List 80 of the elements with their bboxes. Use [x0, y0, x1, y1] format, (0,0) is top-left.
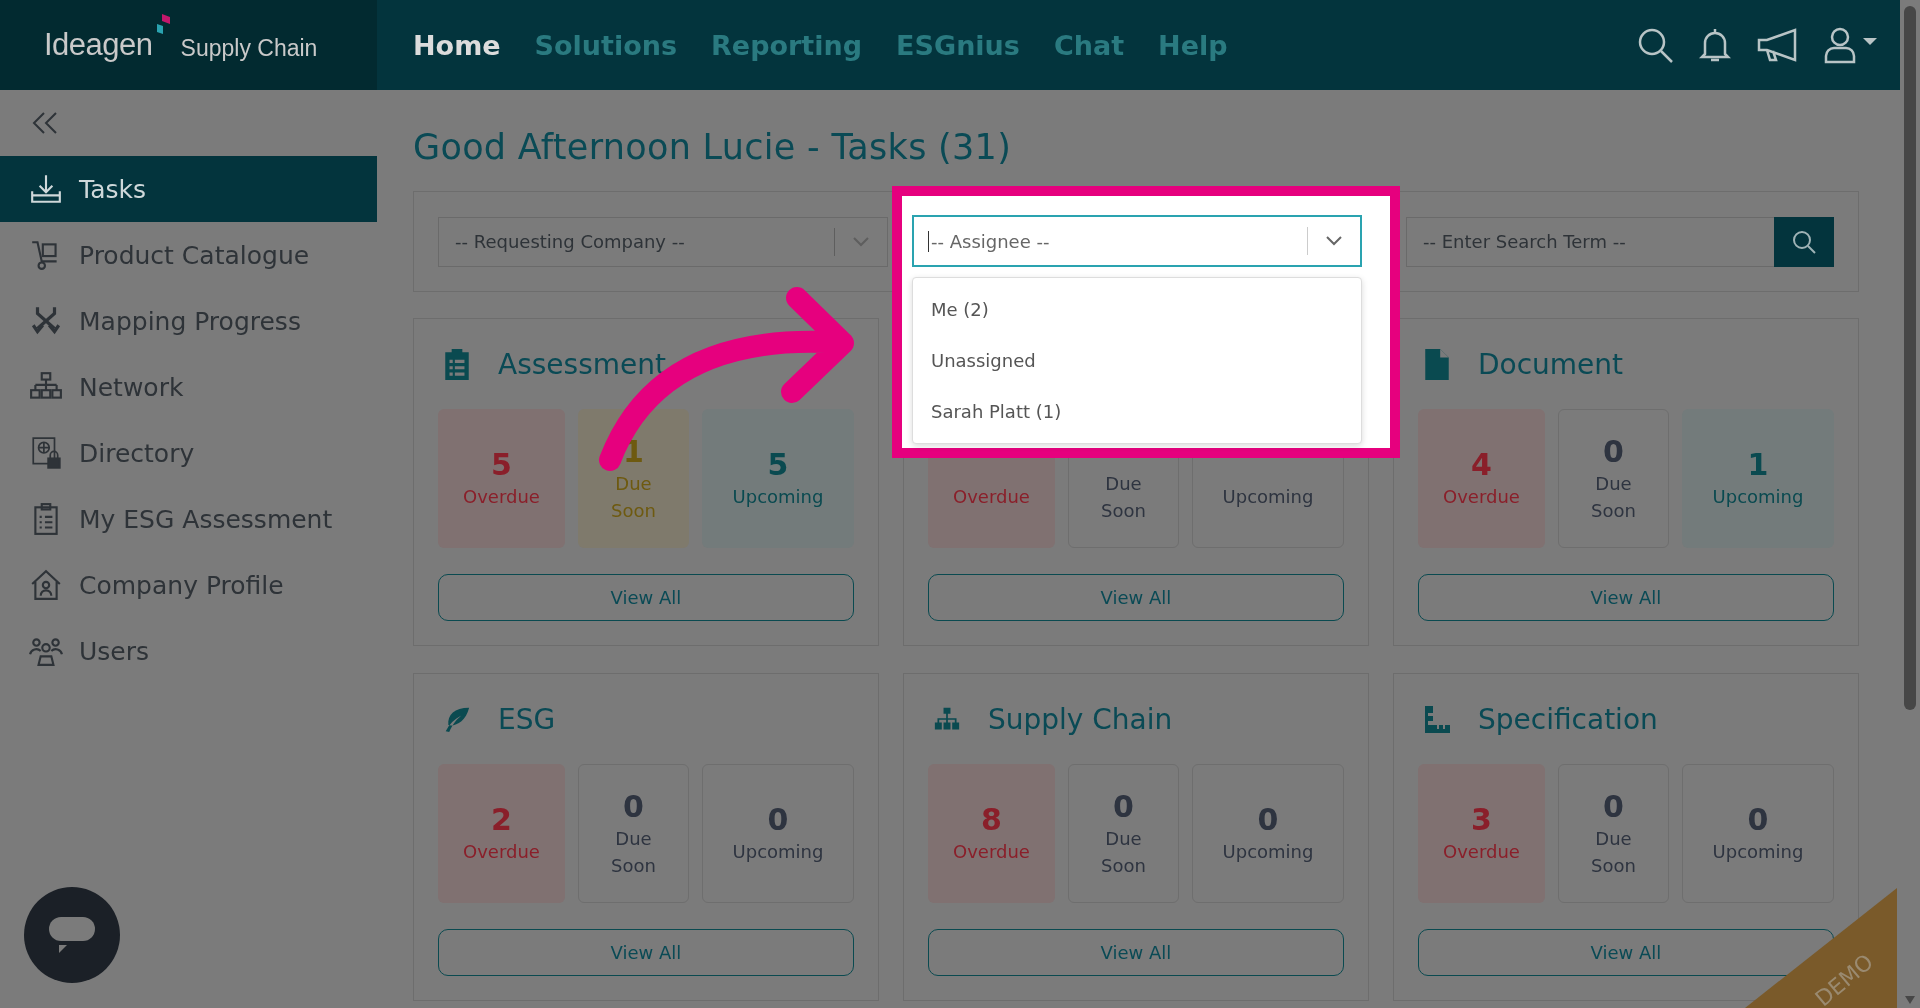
status-label: Due Soon	[611, 471, 656, 523]
sidebar-item[interactable]: Users	[0, 618, 377, 684]
dropdown-option[interactable]: Sarah Platt (1)	[913, 386, 1361, 437]
task-count: 0	[1603, 788, 1624, 825]
chevron-icon	[853, 236, 869, 247]
task-count: 0	[1747, 802, 1769, 838]
ruler-chart-icon	[1424, 703, 1450, 735]
document-icon	[1424, 348, 1450, 380]
speech-bubble-icon	[47, 915, 97, 955]
task-count: 0	[1113, 788, 1134, 825]
sidebar-item[interactable]: Company Profile	[0, 552, 377, 618]
card-title: Assessment	[498, 347, 666, 381]
task-count: 0	[623, 788, 644, 825]
nav-link[interactable]: Reporting	[711, 29, 863, 61]
user-menu-icon[interactable]	[1822, 26, 1878, 64]
page-title: Good Afternoon Lucie - Tasks (31)	[413, 126, 1013, 169]
dropdown-option[interactable]: Me (2)	[913, 284, 1361, 335]
nav-link[interactable]: ESGnius	[896, 29, 1020, 61]
status-label: Upcoming	[1712, 840, 1804, 864]
card-title: Document	[1478, 347, 1624, 381]
sidebar-item[interactable]: Product Catalogue	[0, 222, 377, 288]
task-count: 0	[767, 802, 789, 838]
task-count: 0	[1603, 433, 1624, 470]
view-all-button[interactable]: View All	[928, 574, 1344, 621]
status-label: Overdue	[953, 840, 1030, 864]
card-title: Specification	[1478, 702, 1658, 736]
status-label: Upcoming	[1222, 840, 1314, 864]
task-count: 8	[981, 802, 1002, 838]
search-icon	[1791, 228, 1817, 255]
task-count: 5	[491, 447, 512, 483]
status-label: Upcoming	[732, 485, 824, 509]
sidebar-item[interactable]: Directory	[0, 420, 377, 486]
status-label: Overdue	[1443, 840, 1520, 864]
view-all-button[interactable]: View All	[928, 929, 1344, 976]
collapse-icon[interactable]	[32, 112, 58, 134]
company-select[interactable]: -- Requesting Company --	[438, 216, 888, 267]
task-count: 0	[1257, 802, 1279, 838]
brand-name: Ideagen	[44, 27, 153, 63]
search-button[interactable]	[1774, 216, 1834, 267]
status-label: Upcoming	[1712, 485, 1804, 509]
clipboard-icon	[444, 348, 470, 380]
status-label: Upcoming	[732, 840, 824, 864]
view-all-button[interactable]: View All	[1418, 574, 1834, 621]
download-tray-icon	[29, 172, 63, 206]
status-label: Upcoming	[1222, 485, 1314, 509]
status-label: Overdue	[463, 840, 540, 864]
dropdown-option[interactable]: Unassigned	[913, 335, 1361, 386]
status-label: Due Soon	[611, 826, 656, 878]
status-label: Overdue	[463, 485, 540, 509]
status-label: Due Soon	[1101, 826, 1146, 878]
nav-link[interactable]: Solutions	[534, 29, 678, 61]
search-field[interactable]: -- Enter Search Term --	[1406, 216, 1774, 267]
search-icon[interactable]	[1636, 26, 1674, 64]
task-count: 4	[1471, 447, 1492, 483]
task-count: 1	[1747, 447, 1769, 483]
assignee-select[interactable]: -- Assignee --	[912, 215, 1362, 267]
sidebar-item[interactable]: Network	[0, 354, 377, 420]
status-label: Due Soon	[1101, 471, 1146, 523]
sidebar-item[interactable]: My ESG Assessment	[0, 486, 377, 552]
card-title: Supply Chain	[988, 702, 1173, 736]
product-name: Supply Chain	[180, 34, 318, 62]
cubes-icon	[156, 14, 171, 36]
book-lock-icon	[29, 436, 63, 470]
nav-link[interactable]: Chat	[1053, 29, 1125, 61]
task-count: 3	[1471, 802, 1492, 838]
status-label: Overdue	[1443, 485, 1520, 509]
status-label: Due Soon	[1591, 826, 1636, 878]
status-label: Due Soon	[1591, 471, 1636, 523]
card-title: ESG	[498, 702, 556, 736]
task-count: 2	[491, 802, 512, 838]
nav-link[interactable]: Home	[413, 29, 501, 61]
nav-link[interactable]: Help	[1158, 29, 1228, 61]
view-all-button[interactable]: View All	[438, 574, 854, 621]
chevron-icon	[1326, 236, 1342, 246]
sidebar-item[interactable]: Tasks	[0, 156, 377, 222]
sidebar-item[interactable]: Mapping Progress	[0, 288, 377, 354]
task-count: 5	[767, 447, 789, 483]
view-all-button[interactable]: View All	[438, 929, 854, 976]
house-person-icon	[29, 568, 63, 602]
status-label: Overdue	[953, 485, 1030, 509]
